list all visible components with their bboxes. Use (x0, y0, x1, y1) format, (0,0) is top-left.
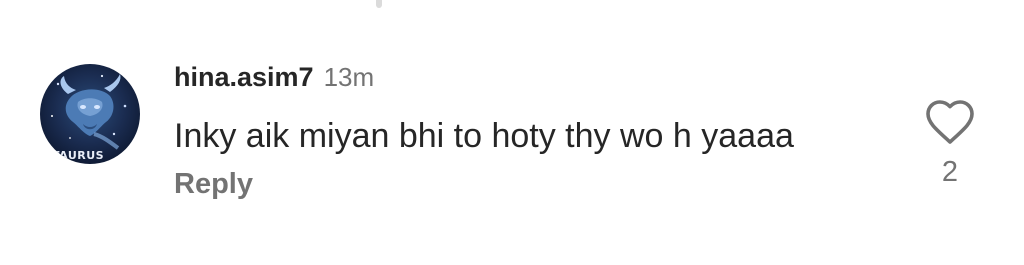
avatar-label: TAURUS (52, 149, 105, 162)
comment-text: Inky aik miyan bhi to hoty thy wo h yaaa… (174, 117, 794, 155)
comment-timestamp: 13m (323, 62, 375, 92)
comment-screen: TAURUS hina.asim7 13m Inky aik miyan bhi… (0, 0, 1024, 265)
reply-button[interactable]: Reply (174, 168, 253, 201)
comment-header: hina.asim7 13m (174, 62, 894, 96)
like-area: 2 (924, 100, 976, 189)
heart-icon[interactable] (926, 100, 974, 144)
divider-tick (376, 0, 382, 8)
comment-body: hina.asim7 13m Inky aik miyan bhi to hot… (174, 62, 894, 201)
username-link[interactable]: hina.asim7 (174, 62, 314, 93)
avatar[interactable]: TAURUS (40, 64, 140, 164)
like-count: 2 (941, 156, 959, 188)
